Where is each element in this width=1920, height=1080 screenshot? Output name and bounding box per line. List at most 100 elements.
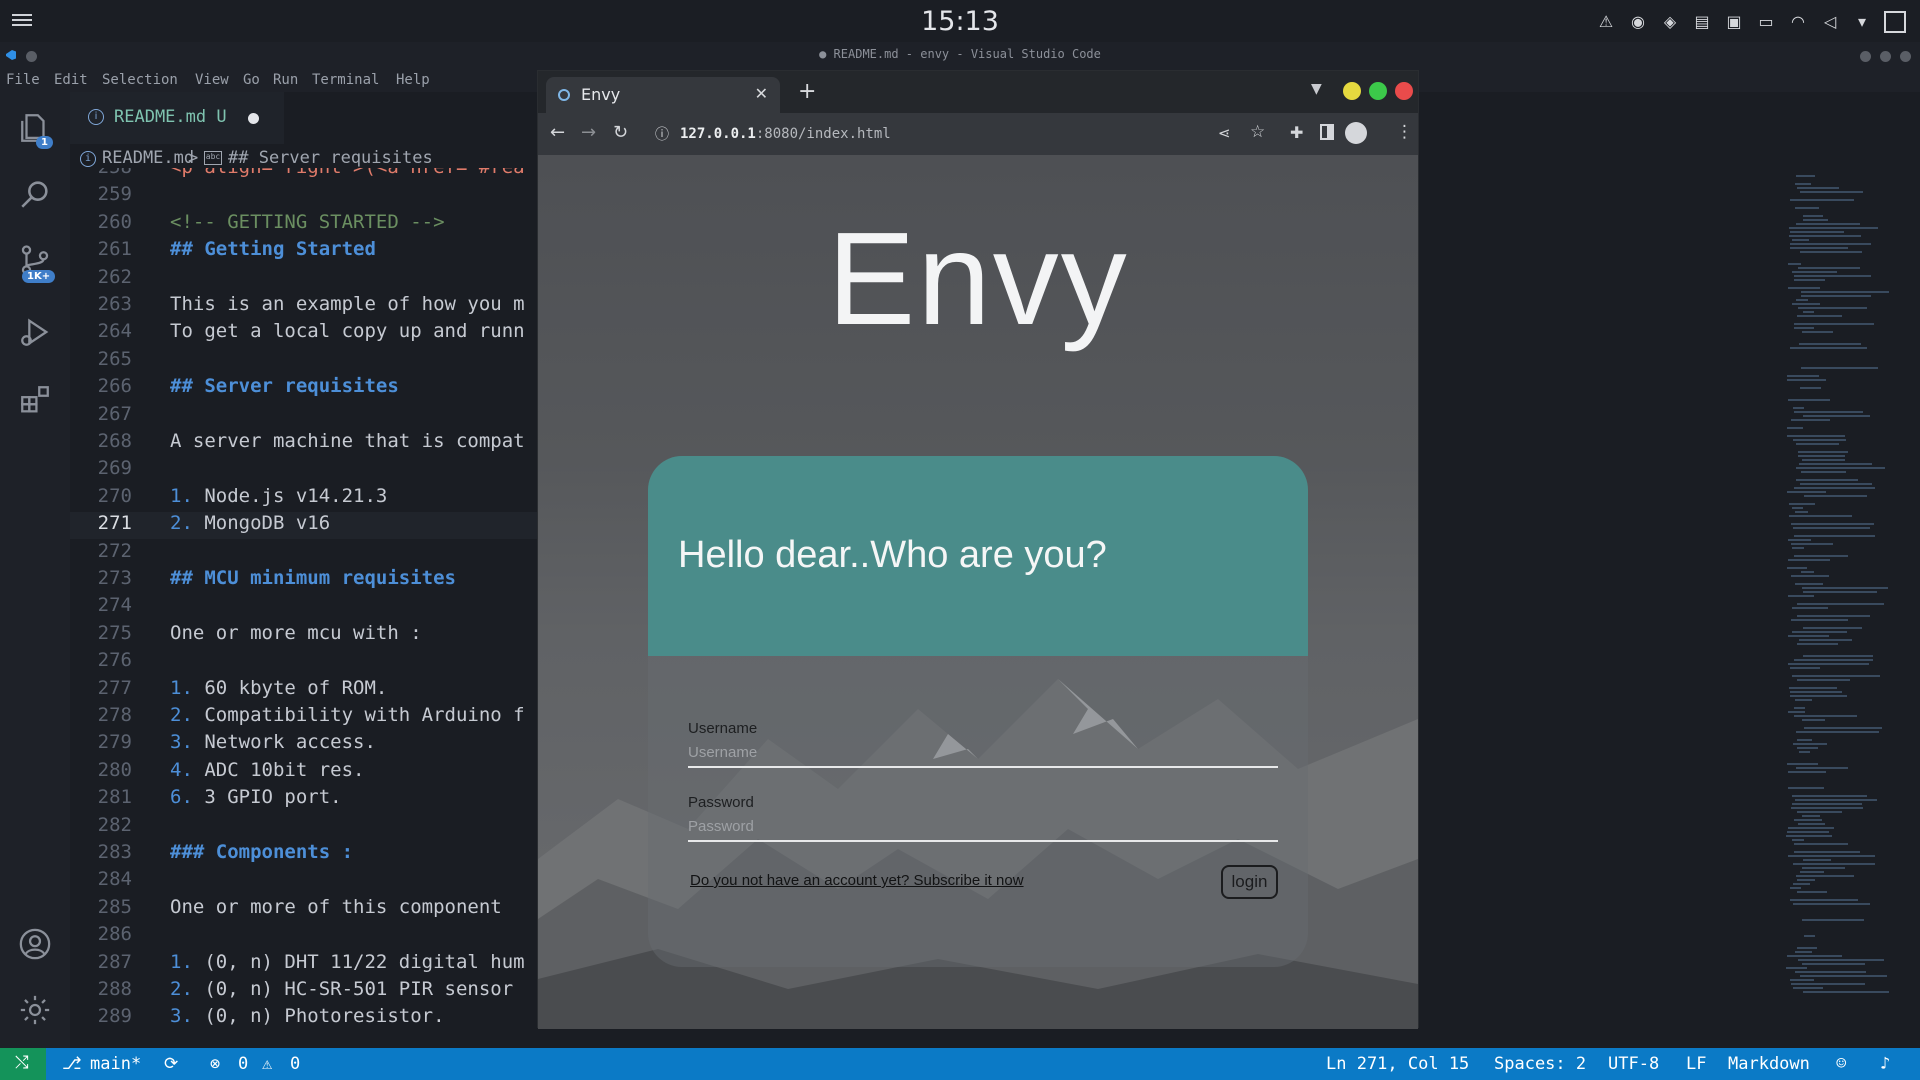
code-line[interactable]: 279 3. Network access. (70, 731, 540, 758)
dropdown-icon[interactable]: ▾ (1852, 12, 1872, 32)
clipboard-icon[interactable]: ▤ (1692, 12, 1712, 32)
volume-muted-icon[interactable]: ◁ (1820, 12, 1840, 32)
minimize-button[interactable] (1860, 51, 1871, 62)
code-line[interactable]: 273 ## MCU minimum requisites (70, 567, 540, 594)
maximize-button[interactable] (1369, 82, 1387, 100)
code-line[interactable]: 263 This is an example of how you m (70, 293, 540, 320)
warning-icon[interactable]: ⚠ (262, 1054, 272, 1074)
notifications-bell-icon[interactable]: ♪ (1880, 1054, 1890, 1074)
address-bar[interactable]: 127.0.0.1:8080/index.html (680, 126, 891, 142)
feedback-icon[interactable]: ☺ (1836, 1054, 1846, 1074)
code-line[interactable]: 280 4. ADC 10bit res. (70, 759, 540, 786)
code-line[interactable]: 283 ### Components : (70, 841, 540, 868)
username-input[interactable] (688, 738, 1278, 768)
code-line[interactable]: 271 2. MongoDB v16 (70, 512, 540, 540)
menu-run[interactable]: Run (273, 72, 298, 88)
extensions-puzzle-icon[interactable]: ✚ (1290, 123, 1303, 142)
password-input[interactable] (688, 812, 1278, 842)
close-button[interactable] (1900, 51, 1911, 62)
menu-edit[interactable]: Edit (54, 72, 88, 88)
indentation[interactable]: Spaces: 2 (1494, 1054, 1586, 1074)
source-control-icon[interactable]: 1K+ (0, 232, 70, 288)
profile-avatar-icon[interactable] (1345, 122, 1367, 144)
code-line[interactable]: 270 1. Node.js v14.21.3 (70, 485, 540, 512)
forward-icon[interactable]: → (581, 122, 596, 143)
code-line[interactable]: 276 (70, 649, 540, 676)
minimap[interactable] (1786, 175, 1906, 1005)
accounts-icon[interactable] (0, 916, 70, 972)
code-line[interactable]: 272 (70, 540, 540, 567)
browser-menu-icon[interactable]: ⋮ (1396, 122, 1413, 142)
code-line[interactable]: 262 (70, 266, 540, 293)
menu-help[interactable]: Help (396, 72, 430, 88)
code-line[interactable]: 260 <!-- GETTING STARTED --> (70, 211, 540, 238)
breadcrumb-section[interactable]: ## Server requisites (228, 148, 433, 168)
code-line[interactable]: 269 (70, 457, 540, 484)
code-line[interactable]: 261 ## Getting Started (70, 238, 540, 265)
encoding[interactable]: UTF-8 (1608, 1054, 1659, 1074)
minimize-button[interactable] (1343, 82, 1361, 100)
code-line[interactable]: 258 <p align="right">(<a href="#rea (70, 168, 540, 183)
screenshot-icon[interactable]: ▣ (1724, 12, 1744, 32)
code-line[interactable]: 288 2. (0, n) HC-SR-501 PIR sensor (70, 978, 540, 1005)
explorer-icon[interactable]: 1 (0, 100, 70, 156)
end-of-line[interactable]: LF (1686, 1054, 1706, 1074)
notifications-off-icon[interactable]: ⚠ (1596, 12, 1616, 32)
code-line[interactable]: 274 (70, 594, 540, 621)
maximize-button[interactable] (1880, 51, 1891, 62)
side-panel-icon[interactable] (1320, 124, 1334, 140)
settings-gear-icon[interactable] (0, 982, 70, 1038)
battery-icon[interactable]: ▭ (1756, 12, 1776, 32)
remote-indicator-icon[interactable]: ⤭ (0, 1048, 46, 1080)
breadcrumb-file[interactable]: README.md (102, 148, 194, 168)
menu-selection[interactable]: Selection (102, 72, 178, 88)
close-window-button[interactable] (1395, 82, 1413, 100)
code-line[interactable]: 265 (70, 348, 540, 375)
extensions-icon[interactable] (0, 372, 70, 428)
code-line[interactable]: 286 (70, 923, 540, 950)
error-icon[interactable]: ⊗ (210, 1054, 220, 1074)
chrome-icon[interactable]: ◉ (1628, 12, 1648, 32)
code-line[interactable]: 284 (70, 868, 540, 895)
menu-terminal[interactable]: Terminal (312, 72, 379, 88)
back-icon[interactable]: ← (550, 122, 565, 143)
code-line[interactable]: 267 (70, 403, 540, 430)
cursor-position[interactable]: Ln 271, Col 15 (1326, 1054, 1469, 1074)
bookmark-star-icon[interactable]: ☆ (1250, 122, 1265, 142)
new-tab-button[interactable]: + (798, 79, 816, 104)
menu-file[interactable]: File (6, 72, 40, 88)
discord-icon[interactable]: ◈ (1660, 12, 1680, 32)
code-line[interactable]: 275 One or more mcu with : (70, 622, 540, 649)
code-line[interactable]: 285 One or more of this component (70, 896, 540, 923)
code-line[interactable]: 268 A server machine that is compat (70, 430, 540, 457)
code-line[interactable]: 282 (70, 814, 540, 841)
code-line[interactable]: 281 6. 3 GPIO port. (70, 786, 540, 813)
code-line[interactable]: 287 1. (0, n) DHT 11/22 digital hum (70, 951, 540, 978)
code-line[interactable]: 277 1. 60 kbyte of ROM. (70, 677, 540, 704)
reload-icon[interactable]: ↻ (613, 122, 628, 143)
code-line[interactable]: 264 To get a local copy up and runn (70, 320, 540, 347)
login-button[interactable]: login (1221, 865, 1278, 899)
sync-icon[interactable]: ⟳ (164, 1054, 178, 1074)
code-line[interactable]: 289 3. (0, n) Photoresistor. (70, 1005, 540, 1032)
search-icon[interactable] (0, 166, 70, 222)
menu-go[interactable]: Go (243, 72, 260, 88)
branch-name[interactable]: main* (90, 1054, 141, 1074)
run-debug-icon[interactable] (0, 304, 70, 360)
code-line[interactable]: 278 2. Compatibility with Arduino f (70, 704, 540, 731)
code-line[interactable]: 266 ## Server requisites (70, 375, 540, 402)
tab-search-chevron-icon[interactable]: ▼ (1311, 81, 1322, 97)
code-line[interactable]: 259 (70, 183, 540, 210)
site-info-icon[interactable]: ⓘ (655, 124, 669, 144)
signup-link[interactable]: Do you not have an account yet? Subscrib… (690, 872, 1024, 889)
browser-tab-envy[interactable]: Envy ✕ (546, 77, 780, 113)
share-icon[interactable]: ⋖ (1218, 124, 1231, 142)
unsaved-dot-icon[interactable] (248, 113, 259, 124)
tab-readme[interactable]: i README.md U (70, 92, 284, 144)
language-mode[interactable]: Markdown (1728, 1054, 1810, 1074)
window-icon[interactable] (1884, 11, 1906, 33)
close-tab-icon[interactable]: ✕ (755, 84, 768, 103)
code-editor[interactable]: 258 <p align="right">(<a href="#rea 259 260… (70, 168, 540, 1048)
wifi-icon[interactable]: ◠ (1788, 12, 1808, 32)
menu-view[interactable]: View (195, 72, 229, 88)
